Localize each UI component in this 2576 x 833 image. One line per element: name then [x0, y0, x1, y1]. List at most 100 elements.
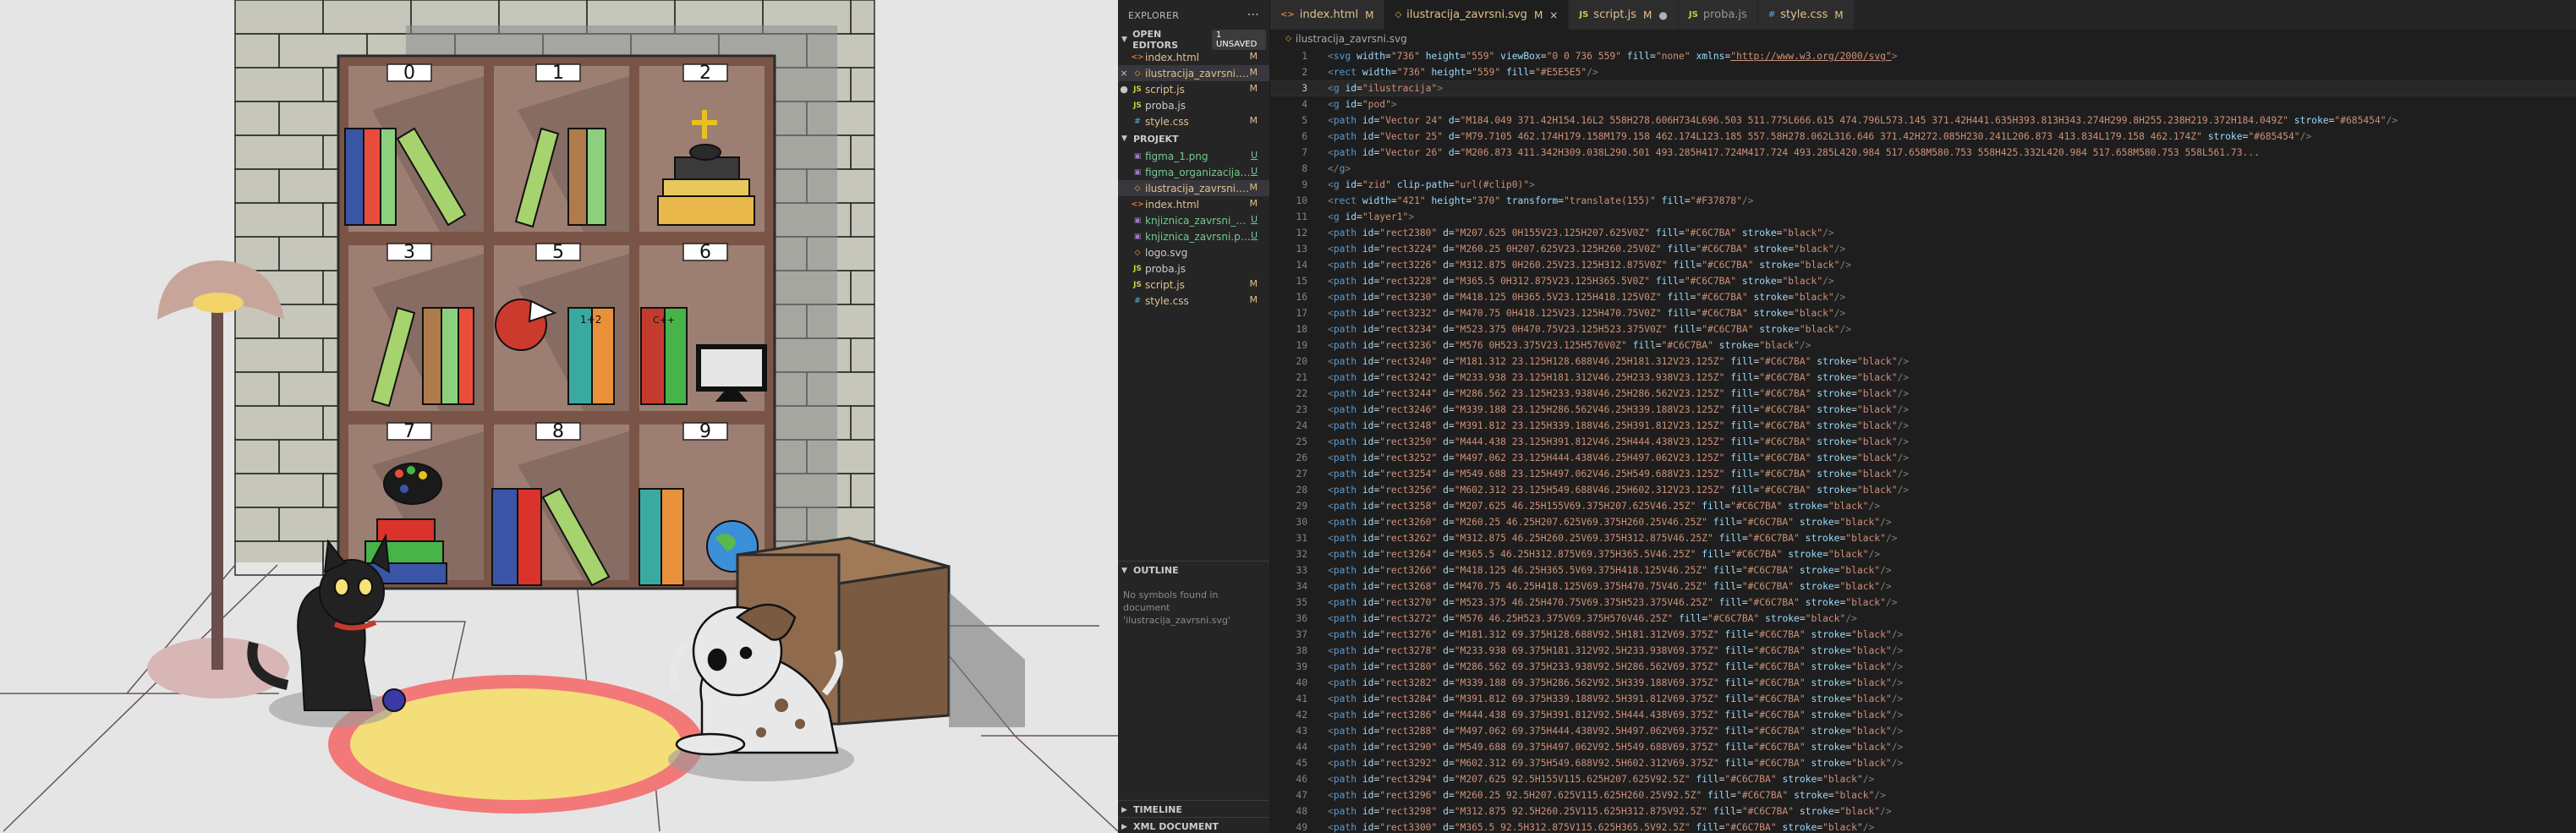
project-file-item[interactable]: ◇ logo.svg — [1118, 244, 1269, 260]
line-code[interactable]: <path id="rect3284" d="M391.812 69.375H3… — [1328, 693, 1903, 704]
line-code[interactable]: <path id="rect3256" d="M602.312 23.125H5… — [1328, 485, 1909, 496]
line-code[interactable]: <path id="rect3286" d="M444.438 69.375H3… — [1328, 710, 1903, 721]
line-code[interactable]: <path id="rect3292" d="M602.312 69.375H5… — [1328, 758, 1903, 769]
open-editor-item[interactable]: JS proba.js — [1118, 97, 1269, 113]
code-line[interactable]: 4 <g id="pod"> — [1270, 96, 2576, 112]
code-line[interactable]: 31 <path id="rect3262" d="M312.875 46.25H… — [1270, 530, 2576, 546]
code-line[interactable]: 5 <path id="Vector 24" d="M184.049 371.42… — [1270, 112, 2576, 129]
code-line[interactable]: 46 <path id="rect3294" d="M207.625 92.5H1… — [1270, 771, 2576, 787]
line-code[interactable]: <rect width="736" height="559" fill="#E5… — [1328, 67, 1598, 78]
code-line[interactable]: 22 <path id="rect3244" d="M286.562 23.125… — [1270, 386, 2576, 402]
line-code[interactable]: <path id="rect3300" d="M365.5 92.5H312.8… — [1328, 822, 1874, 833]
line-code[interactable]: <path id="rect3232" d="M470.75 0H418.125… — [1328, 308, 1845, 319]
code-line[interactable]: 6 <path id="Vector 25" d="M79.7105 462.17… — [1270, 129, 2576, 145]
project-file-item[interactable]: <> index.html M — [1118, 196, 1269, 212]
close-icon[interactable]: × — [1118, 68, 1130, 79]
code-line[interactable]: 29 <path id="rect3258" d="M207.625 46.25H… — [1270, 498, 2576, 514]
tab-proba-js[interactable]: JS proba.js — [1678, 0, 1758, 30]
code-line[interactable]: 26 <path id="rect3252" d="M497.062 23.125… — [1270, 450, 2576, 466]
line-code[interactable]: <path id="rect3276" d="M181.312 69.375H1… — [1328, 629, 1903, 640]
breadcrumb[interactable]: ◇ ilustracija_zavrsni.svg — [1270, 30, 2576, 48]
project-file-item[interactable]: JS proba.js — [1118, 260, 1269, 277]
line-code[interactable]: <path id="rect3224" d="M260.25 0H207.625… — [1328, 244, 1845, 255]
line-code[interactable]: <g id="pod"> — [1328, 99, 1397, 110]
code-line[interactable]: 39 <path id="rect3280" d="M286.562 69.375… — [1270, 659, 2576, 675]
project-file-item-active[interactable]: ◇ ilustracija_zavrsni.svg M — [1118, 180, 1269, 196]
line-code[interactable]: <path id="rect3242" d="M233.938 23.125H1… — [1328, 372, 1909, 383]
code-line[interactable]: 45 <path id="rect3292" d="M602.312 69.375… — [1270, 755, 2576, 771]
timeline-header[interactable]: ▶ TIMELINE — [1118, 800, 1269, 819]
code-line[interactable]: 34 <path id="rect3268" d="M470.75 46.25H4… — [1270, 578, 2576, 595]
line-code[interactable]: <g id="ilustracija"> — [1328, 83, 1443, 94]
line-code[interactable]: <path id="rect2380" d="M207.625 0H155V23… — [1328, 227, 1834, 238]
project-file-item[interactable]: ▣ figma_1.png U — [1118, 148, 1269, 164]
code-line[interactable]: 48 <path id="rect3298" d="M312.875 92.5H2… — [1270, 803, 2576, 819]
line-code[interactable]: <path id="rect3228" d="M365.5 0H312.875V… — [1328, 276, 1834, 287]
line-code[interactable]: <path id="rect3252" d="M497.062 23.125H4… — [1328, 452, 1909, 463]
project-file-item[interactable]: ▣ figma_organizacija.png U — [1118, 164, 1269, 180]
line-code[interactable]: <path id="Vector 25" d="M79.7105 462.174… — [1328, 131, 2311, 142]
code-line[interactable]: 21 <path id="rect3242" d="M233.938 23.125… — [1270, 370, 2576, 386]
line-code[interactable]: <path id="rect3270" d="M523.375 46.25H47… — [1328, 597, 1898, 608]
code-line[interactable]: 8 </g> — [1270, 161, 2576, 177]
code-line[interactable]: 18 <path id="rect3234" d="M523.375 0H470.… — [1270, 321, 2576, 337]
project-file-item[interactable]: ▣ knjiznica_zavrsni.png U — [1118, 228, 1269, 244]
breadcrumb-file[interactable]: ilustracija_zavrsni.svg — [1296, 33, 1407, 45]
code-line[interactable]: 11 <g id="layer1"> — [1270, 209, 2576, 225]
line-code[interactable]: <path id="rect3234" d="M523.375 0H470.75… — [1328, 324, 1851, 335]
line-code[interactable]: </g> — [1328, 163, 1351, 174]
code-line[interactable]: 1 <svg width="736" height="559" viewBox="… — [1270, 48, 2576, 64]
line-code[interactable]: <path id="rect3258" d="M207.625 46.25H15… — [1328, 501, 1880, 512]
line-code[interactable]: <path id="rect3268" d="M470.75 46.25H418… — [1328, 581, 1892, 592]
xml-document-header[interactable]: ▶ XML DOCUMENT — [1118, 817, 1269, 833]
code-line[interactable]: 44 <path id="rect3290" d="M549.688 69.375… — [1270, 739, 2576, 755]
open-editor-item[interactable]: ● JS script.js M — [1118, 81, 1269, 97]
project-file-item[interactable]: # style.css M — [1118, 293, 1269, 309]
line-code[interactable]: <path id="rect3236" d="M576 0H523.375V23… — [1328, 340, 1811, 351]
line-code[interactable]: <path id="rect3298" d="M312.875 92.5H260… — [1328, 806, 1892, 817]
code-line[interactable]: 33 <path id="rect3266" d="M418.125 46.25H… — [1270, 562, 2576, 578]
tab-index-html[interactable]: <> index.html M — [1270, 0, 1385, 30]
line-code[interactable]: <g id="layer1"> — [1328, 211, 1414, 222]
code-line[interactable]: 15 <path id="rect3228" d="M365.5 0H312.87… — [1270, 273, 2576, 289]
line-code[interactable]: <path id="rect3280" d="M286.562 69.375H2… — [1328, 661, 1903, 672]
code-line[interactable]: 41 <path id="rect3284" d="M391.812 69.375… — [1270, 691, 2576, 707]
code-line[interactable]: 3 <g id="ilustracija"> — [1270, 80, 2576, 96]
unsaved-dot-icon[interactable]: ● — [1658, 9, 1667, 21]
line-code[interactable]: <path id="rect3264" d="M365.5 46.25H312.… — [1328, 549, 1880, 560]
line-code[interactable]: <path id="rect3260" d="M260.25 46.25H207… — [1328, 517, 1892, 528]
line-code[interactable]: <path id="rect3278" d="M233.938 69.375H1… — [1328, 645, 1903, 656]
code-line[interactable]: 14 <path id="rect3226" d="M312.875 0H260.… — [1270, 257, 2576, 273]
line-code[interactable]: <path id="rect3296" d="M260.25 92.5H207.… — [1328, 790, 1886, 801]
code-line[interactable]: 28 <path id="rect3256" d="M602.312 23.125… — [1270, 482, 2576, 498]
open-editor-item-active[interactable]: × ◇ ilustracija_zavrsni.svg M — [1118, 65, 1269, 81]
tab-script-js[interactable]: JS script.js M ● — [1569, 0, 1679, 30]
line-code[interactable]: <path id="rect3230" d="M418.125 0H365.5V… — [1328, 292, 1845, 303]
code-line[interactable]: 38 <path id="rect3278" d="M233.938 69.375… — [1270, 643, 2576, 659]
line-code[interactable]: <path id="rect3282" d="M339.188 69.375H2… — [1328, 677, 1903, 688]
code-line[interactable]: 30 <path id="rect3260" d="M260.25 46.25H2… — [1270, 514, 2576, 530]
code-line[interactable]: 25 <path id="rect3250" d="M444.438 23.125… — [1270, 434, 2576, 450]
open-editor-item[interactable]: # style.css M — [1118, 113, 1269, 129]
close-icon[interactable]: × — [1549, 9, 1558, 21]
project-header[interactable]: ▼ PROJEKT — [1118, 129, 1269, 148]
open-editors-header[interactable]: ▼ OPEN EDITORS 1 UNSAVED — [1118, 29, 1269, 51]
line-code[interactable]: <path id="rect3254" d="M549.688 23.125H4… — [1328, 469, 1909, 480]
code-line[interactable]: 20 <path id="rect3240" d="M181.312 23.125… — [1270, 353, 2576, 370]
line-code[interactable]: <path id="rect3244" d="M286.562 23.125H2… — [1328, 388, 1909, 399]
open-editor-item[interactable]: <> index.html M — [1118, 49, 1269, 65]
code-line[interactable]: 36 <path id="rect3272" d="M576 46.25H523.… — [1270, 611, 2576, 627]
code-line[interactable]: 47 <path id="rect3296" d="M260.25 92.5H20… — [1270, 787, 2576, 803]
line-code[interactable]: <path id="rect3262" d="M312.875 46.25H26… — [1328, 533, 1898, 544]
line-code[interactable]: <path id="rect3288" d="M497.062 69.375H4… — [1328, 726, 1903, 737]
line-code[interactable]: <path id="rect3240" d="M181.312 23.125H1… — [1328, 356, 1909, 367]
line-code[interactable]: <path id="rect3226" d="M312.875 0H260.25… — [1328, 260, 1851, 271]
code-line[interactable]: 49 <path id="rect3300" d="M365.5 92.5H312… — [1270, 819, 2576, 833]
code-line[interactable]: 27 <path id="rect3254" d="M549.688 23.125… — [1270, 466, 2576, 482]
code-line[interactable]: 13 <path id="rect3224" d="M260.25 0H207.6… — [1270, 241, 2576, 257]
line-code[interactable]: <path id="rect3250" d="M444.438 23.125H3… — [1328, 436, 1909, 447]
code-line[interactable]: 32 <path id="rect3264" d="M365.5 46.25H31… — [1270, 546, 2576, 562]
line-code[interactable]: <svg width="736" height="559" viewBox="0… — [1328, 51, 1898, 62]
code-line[interactable]: 37 <path id="rect3276" d="M181.312 69.375… — [1270, 627, 2576, 643]
line-code[interactable]: <g id="zid" clip-path="url(#clip0)"> — [1328, 179, 1535, 190]
